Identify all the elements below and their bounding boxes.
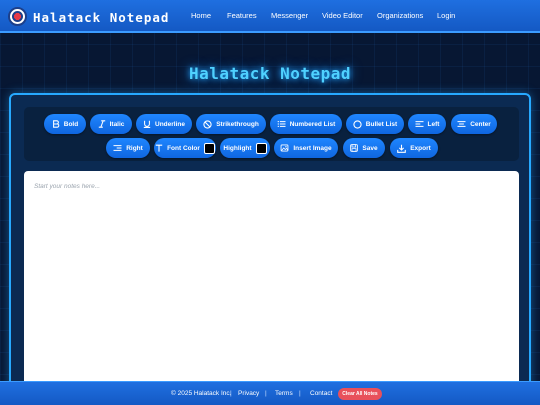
navbar: Halatack Notepad Home Features Messenger… <box>0 0 540 33</box>
export-label: Export <box>410 144 431 152</box>
strikethrough-label: Strikethrough <box>216 120 259 128</box>
numbered-list-button[interactable]: Numbered List <box>270 114 342 134</box>
align-center-button[interactable]: Center <box>451 114 497 134</box>
align-left-label: Left <box>427 120 440 128</box>
italic-icon <box>98 120 105 128</box>
underline-label: Underline <box>155 120 185 128</box>
italic-label: Italic <box>109 120 125 128</box>
footer-terms-link[interactable]: Terms <box>275 390 293 397</box>
footer-copyright: © 2025 Halatack Inc. <box>171 390 232 397</box>
insert-image-button[interactable]: Insert Image <box>274 138 338 158</box>
highlight-button[interactable]: Highlight <box>220 138 270 158</box>
font-color-button[interactable]: Font Color <box>154 138 216 158</box>
bullet-list-button[interactable]: Bullet List <box>346 114 404 134</box>
strikethrough-icon <box>203 119 212 129</box>
nav-links: Home Features Messenger Video Editor Org… <box>0 11 540 25</box>
nav-home[interactable]: Home <box>191 11 211 20</box>
save-label: Save <box>362 144 378 152</box>
download-icon <box>397 144 407 153</box>
footer: © 2025 Halatack Inc. | Privacy | Terms |… <box>0 381 540 405</box>
italic-button[interactable]: Italic <box>90 114 132 134</box>
nav-organizations[interactable]: Organizations <box>377 11 423 20</box>
underline-button[interactable]: Underline <box>136 114 192 134</box>
footer-privacy-link[interactable]: Privacy <box>238 390 259 397</box>
align-right-label: Right <box>126 144 143 152</box>
align-right-icon <box>113 145 122 151</box>
footer-contact-link[interactable]: Contact <box>310 390 332 397</box>
align-left-icon <box>415 121 424 127</box>
highlight-label: Highlight <box>223 144 252 152</box>
numbered-list-icon <box>277 120 286 128</box>
align-right-button[interactable]: Right <box>106 138 150 158</box>
nav-login[interactable]: Login <box>437 11 455 20</box>
font-color-label: Font Color <box>167 144 200 152</box>
clear-all-notes-button[interactable]: Clear All Notes <box>338 388 382 400</box>
nav-video-editor[interactable]: Video Editor <box>322 11 363 20</box>
align-left-button[interactable]: Left <box>408 114 446 134</box>
insert-image-label: Insert Image <box>293 144 332 152</box>
notes-editor[interactable]: Start your notes here... <box>24 171 519 386</box>
font-color-swatch[interactable] <box>203 142 215 154</box>
bold-button[interactable]: Bold <box>44 114 86 134</box>
text-icon <box>155 144 163 152</box>
nav-features[interactable]: Features <box>227 11 257 20</box>
align-center-icon <box>457 121 466 127</box>
numbered-list-label: Numbered List <box>289 120 336 128</box>
strikethrough-button[interactable]: Strikethrough <box>196 114 266 134</box>
footer-separator: | <box>230 390 232 397</box>
footer-separator: | <box>299 390 301 397</box>
page-title: Halatack Notepad <box>188 64 352 83</box>
formatting-toolbar: Bold Italic Underline Strikethrough Numb… <box>24 107 519 161</box>
highlight-swatch[interactable] <box>255 142 267 154</box>
notepad-panel: Bold Italic Underline Strikethrough Numb… <box>9 93 531 393</box>
floppy-disk-icon <box>350 144 359 152</box>
image-icon <box>280 144 289 152</box>
nav-messenger[interactable]: Messenger <box>271 11 308 20</box>
footer-separator: | <box>265 390 267 397</box>
align-center-label: Center <box>470 120 491 128</box>
bold-label: Bold <box>63 120 79 128</box>
bold-icon <box>52 120 60 128</box>
bullet-list-icon <box>353 119 362 129</box>
bullet-list-label: Bullet List <box>365 120 398 128</box>
editor-placeholder: Start your notes here... <box>34 183 101 190</box>
save-button[interactable]: Save <box>343 138 385 158</box>
underline-icon <box>143 120 151 128</box>
export-button[interactable]: Export <box>390 138 438 158</box>
